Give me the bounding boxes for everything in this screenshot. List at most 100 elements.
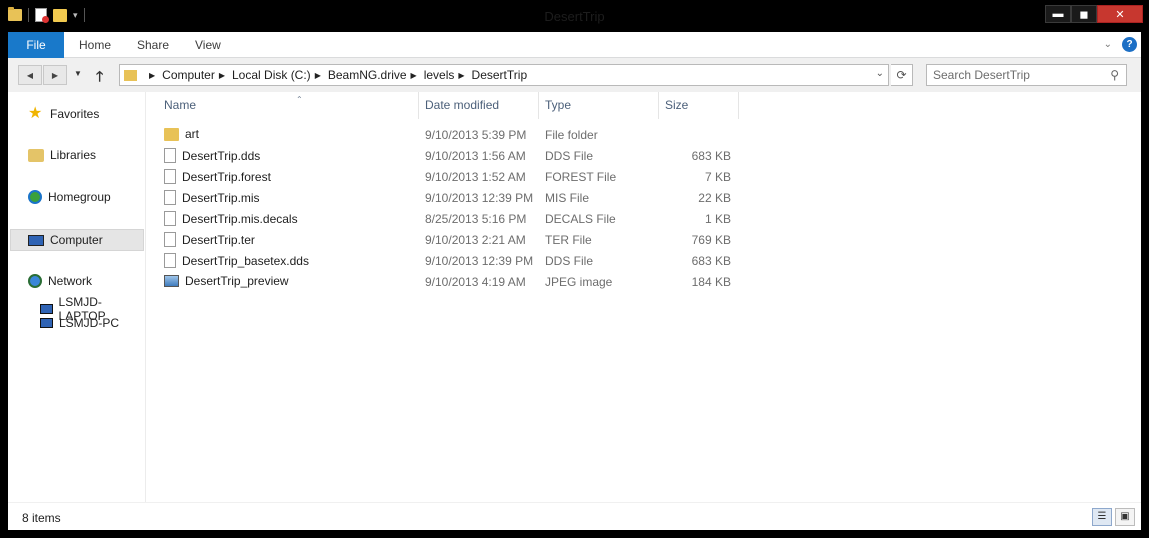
back-button[interactable]: ◀: [18, 65, 42, 85]
file-size: 22 KB: [698, 191, 731, 205]
breadcrumb-arrow-icon[interactable]: ▶: [315, 71, 321, 80]
sort-ascending-icon: ⌃: [296, 95, 303, 104]
up-arrow-icon[interactable]: 🡑: [96, 66, 103, 90]
file-name-cell: art: [164, 127, 199, 141]
nav-item-libraries[interactable]: Libraries: [28, 148, 96, 162]
file-icon: [164, 169, 176, 184]
nav-item-favorites[interactable]: ★ Favorites: [28, 106, 99, 122]
file-name: DesertTrip.dds: [182, 148, 261, 163]
file-name-cell: DesertTrip_preview: [164, 274, 289, 288]
file-date: 9/10/2013 5:39 PM: [425, 128, 527, 142]
refresh-button[interactable]: ⟳: [891, 64, 913, 86]
file-row[interactable]: DesertTrip_preview 9/10/2013 4:19 AM JPE…: [164, 272, 744, 293]
column-header-name[interactable]: ⌃ Name: [158, 92, 419, 119]
item-count: 8 items: [22, 511, 61, 525]
nav-item-network[interactable]: Network: [28, 274, 92, 288]
navigation-pane: ★ Favorites Libraries Homegroup Computer…: [8, 92, 146, 502]
file-row[interactable]: DesertTrip.dds 9/10/2013 1:56 AM DDS Fil…: [164, 146, 744, 167]
file-date: 9/10/2013 1:52 AM: [425, 170, 526, 184]
breadcrumb-computer[interactable]: Computer: [162, 68, 215, 82]
file-row[interactable]: DesertTrip_basetex.dds 9/10/2013 12:39 P…: [164, 251, 744, 272]
file-size: 683 KB: [691, 254, 731, 268]
file-row[interactable]: DesertTrip.forest 9/10/2013 1:52 AM FORE…: [164, 167, 744, 188]
navigation-bar: ◀ ▶ ▼ 🡑 ▶ Computer ▶ Local Disk (C:) ▶ B…: [8, 58, 1141, 92]
nav-item-label: Favorites: [50, 107, 100, 121]
file-icon: [164, 148, 176, 163]
tab-view[interactable]: View: [195, 32, 221, 58]
breadcrumb-local-disk[interactable]: Local Disk (C:): [232, 68, 311, 82]
search-box[interactable]: ⚲: [926, 64, 1127, 86]
view-switcher: ☰ ▣: [1092, 508, 1135, 526]
file-icon: [164, 190, 176, 205]
forward-button[interactable]: ▶: [43, 65, 67, 85]
file-date: 9/10/2013 12:39 PM: [425, 191, 534, 205]
tab-share[interactable]: Share: [137, 32, 169, 58]
computer-icon: [28, 234, 44, 246]
file-date: 9/10/2013 4:19 AM: [425, 275, 526, 289]
search-input[interactable]: [927, 65, 1097, 85]
column-header-label: Name: [164, 98, 197, 112]
help-icon[interactable]: ?: [1122, 37, 1137, 52]
tab-home[interactable]: Home: [79, 32, 111, 58]
breadcrumb-arrow-icon[interactable]: ▶: [458, 71, 464, 80]
file-date: 9/10/2013 12:39 PM: [425, 254, 534, 268]
column-header-size[interactable]: Size: [659, 92, 739, 119]
file-name: art: [185, 127, 200, 141]
tab-file[interactable]: File: [8, 32, 64, 58]
breadcrumb-arrow-icon[interactable]: ▶: [149, 71, 155, 80]
file-icon: [164, 253, 176, 268]
column-header-label: Size: [665, 98, 689, 112]
address-bar[interactable]: ▶ Computer ▶ Local Disk (C:) ▶ BeamNG.dr…: [119, 64, 889, 86]
nav-item-label: LSMJD-PC: [59, 316, 120, 330]
folder-icon: [124, 69, 137, 81]
file-type: MIS File: [545, 191, 590, 205]
nav-item-computer[interactable]: Computer: [10, 229, 144, 251]
file-size: 769 KB: [691, 233, 731, 247]
breadcrumb-arrow-icon[interactable]: ▶: [411, 71, 417, 80]
file-date: 9/10/2013 1:56 AM: [425, 149, 526, 163]
file-size: 683 KB: [691, 149, 731, 163]
status-bar: 8 items ☰ ▣: [8, 502, 1141, 530]
breadcrumb-arrow-icon[interactable]: ▶: [219, 71, 225, 80]
file-row-art[interactable]: art 9/10/2013 5:39 PM File folder: [164, 125, 744, 146]
breadcrumb-levels[interactable]: levels: [424, 68, 455, 82]
file-name: DesertTrip.ter: [182, 232, 255, 247]
large-icons-view-button[interactable]: ▣: [1115, 508, 1135, 526]
nav-item-label: Network: [48, 274, 93, 288]
title-bar: ▾ DesertTrip ▬ ◼ ✕: [0, 0, 1149, 32]
details-view-button[interactable]: ☰: [1092, 508, 1112, 526]
file-date: 9/10/2013 2:21 AM: [425, 233, 526, 247]
file-type: DDS File: [545, 149, 594, 163]
pc-icon: [40, 318, 53, 328]
homegroup-icon: [28, 190, 42, 204]
close-button[interactable]: ✕: [1097, 5, 1143, 23]
file-name: DesertTrip_basetex.dds: [182, 253, 309, 268]
file-type: DDS File: [545, 254, 594, 268]
image-icon: [164, 275, 179, 287]
search-icon[interactable]: ⚲: [1110, 68, 1119, 82]
maximize-button[interactable]: ◼: [1071, 5, 1097, 23]
column-header-label: Type: [545, 98, 572, 112]
file-name-cell: DesertTrip.dds: [164, 148, 260, 163]
window-controls: ▬ ◼ ✕: [1045, 5, 1143, 23]
file-name: DesertTrip_preview: [185, 274, 289, 288]
file-row[interactable]: DesertTrip.ter 9/10/2013 2:21 AM TER Fil…: [164, 230, 744, 251]
breadcrumb-beamng[interactable]: BeamNG.drive: [328, 68, 407, 82]
recent-locations-dropdown-icon[interactable]: ▼: [74, 69, 82, 78]
column-header-date-modified[interactable]: Date modified: [419, 92, 539, 119]
file-size: 1 KB: [704, 212, 731, 226]
nav-item-homegroup[interactable]: Homegroup: [28, 190, 111, 204]
file-type: DECALS File: [545, 212, 616, 226]
expand-ribbon-icon[interactable]: ⌄: [1104, 39, 1112, 50]
nav-item-lsmjd-pc[interactable]: LSMJD-PC: [40, 316, 119, 330]
file-icon: [164, 211, 176, 226]
nav-item-label: Libraries: [50, 148, 97, 162]
address-dropdown-icon[interactable]: ⌄: [876, 68, 884, 79]
file-row[interactable]: DesertTrip.mis.decals 8/25/2013 5:16 PM …: [164, 209, 744, 230]
minimize-button[interactable]: ▬: [1045, 5, 1071, 23]
file-date: 8/25/2013 5:16 PM: [425, 212, 527, 226]
file-row[interactable]: DesertTrip.mis 9/10/2013 12:39 PM MIS Fi…: [164, 188, 744, 209]
breadcrumb-deserttrip[interactable]: DesertTrip: [472, 68, 528, 82]
file-name-cell: DesertTrip.ter: [164, 232, 255, 247]
column-header-type[interactable]: Type: [539, 92, 659, 119]
